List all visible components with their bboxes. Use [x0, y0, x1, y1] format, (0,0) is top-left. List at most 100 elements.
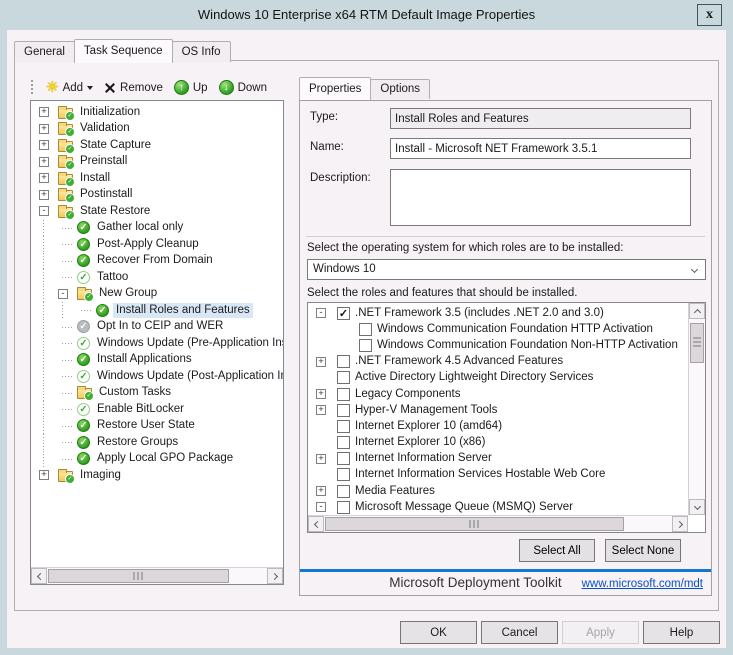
- ok-button[interactable]: OK: [400, 621, 477, 644]
- tree-item[interactable]: +Postinstall: [31, 187, 283, 204]
- role-checkbox[interactable]: [359, 323, 372, 336]
- expand-icon[interactable]: +: [316, 389, 326, 399]
- tree-item[interactable]: ✓Tattoo: [31, 269, 283, 286]
- role-item[interactable]: -Microsoft Message Queue (MSMQ) Server: [308, 499, 688, 515]
- role-checkbox[interactable]: [337, 452, 350, 465]
- tree-item[interactable]: ✓Install Roles and Features: [31, 302, 283, 319]
- expand-icon[interactable]: +: [39, 140, 49, 150]
- tree-item[interactable]: ✓Gather local only: [31, 220, 283, 237]
- tab-os-info[interactable]: OS Info: [172, 41, 231, 62]
- role-checkbox[interactable]: [337, 501, 350, 514]
- tree-item[interactable]: +Initialization: [31, 104, 283, 121]
- expand-icon[interactable]: +: [39, 173, 49, 183]
- scroll-left-button[interactable]: [31, 568, 47, 584]
- role-item[interactable]: +Hyper-V Management Tools: [308, 402, 688, 418]
- tree-item[interactable]: +Install: [31, 170, 283, 187]
- tree-hscroll-thumb[interactable]: [48, 569, 229, 583]
- help-button[interactable]: Help: [643, 621, 720, 644]
- expand-icon[interactable]: +: [39, 157, 49, 167]
- description-field[interactable]: [390, 169, 691, 226]
- roles-hscroll-thumb[interactable]: [325, 517, 624, 531]
- toolbar-grip[interactable]: [30, 80, 36, 96]
- tree-item[interactable]: ✓Post-Apply Cleanup: [31, 236, 283, 253]
- role-checkbox[interactable]: [337, 420, 350, 433]
- tree-item[interactable]: ✓Recover From Domain: [31, 253, 283, 270]
- role-item[interactable]: +Media Features: [308, 483, 688, 499]
- roles-vscroll-thumb[interactable]: [690, 323, 704, 363]
- role-item[interactable]: -✓.NET Framework 3.5 (includes .NET 2.0 …: [308, 305, 688, 321]
- collapse-icon[interactable]: -: [316, 502, 326, 512]
- expand-icon[interactable]: +: [316, 357, 326, 367]
- collapse-icon[interactable]: -: [316, 308, 326, 318]
- role-item[interactable]: +Internet Information Server: [308, 451, 688, 467]
- roles-horizontal-scrollbar[interactable]: [308, 515, 688, 532]
- tree-item[interactable]: -State Restore: [31, 203, 283, 220]
- expand-icon[interactable]: +: [39, 190, 49, 200]
- tree-item[interactable]: ✓Restore User State: [31, 418, 283, 435]
- collapse-icon[interactable]: -: [39, 206, 49, 216]
- type-field[interactable]: [390, 108, 691, 129]
- role-item[interactable]: +Legacy Components: [308, 386, 688, 402]
- subtab-properties[interactable]: Properties: [299, 77, 371, 100]
- tree-item[interactable]: ✓Windows Update (Pre-Application Install…: [31, 335, 283, 352]
- role-checkbox[interactable]: ✓: [337, 307, 350, 320]
- expand-icon[interactable]: +: [39, 124, 49, 134]
- tree-item[interactable]: ✓Enable BitLocker: [31, 401, 283, 418]
- remove-button[interactable]: Remove: [100, 80, 167, 96]
- tree-item[interactable]: ✓Opt In to CEIP and WER: [31, 319, 283, 336]
- apply-button[interactable]: Apply: [562, 621, 639, 644]
- add-button[interactable]: ✳ Add: [42, 79, 97, 97]
- expand-icon[interactable]: +: [316, 405, 326, 415]
- name-field[interactable]: [390, 138, 691, 159]
- role-checkbox[interactable]: [337, 355, 350, 368]
- role-item[interactable]: Internet Explorer 10 (x86): [308, 435, 688, 451]
- tree-item[interactable]: Custom Tasks: [31, 385, 283, 402]
- tree-item[interactable]: +Imaging: [31, 467, 283, 484]
- tree-item[interactable]: -New Group: [31, 286, 283, 303]
- tree-item[interactable]: +Validation: [31, 121, 283, 138]
- tree-item[interactable]: ✓Restore Groups: [31, 434, 283, 451]
- select-all-button[interactable]: Select All: [519, 539, 595, 562]
- scroll-left-button[interactable]: [308, 516, 324, 532]
- scroll-down-button[interactable]: [689, 499, 705, 515]
- down-button[interactable]: ↓ Down: [215, 78, 271, 97]
- expand-icon[interactable]: +: [316, 454, 326, 464]
- expand-icon[interactable]: +: [316, 486, 326, 496]
- tree-horizontal-scrollbar[interactable]: [31, 567, 283, 584]
- tree-item[interactable]: ✓Windows Update (Post-Application Instal…: [31, 368, 283, 385]
- tree-item[interactable]: ✓Apply Local GPO Package: [31, 451, 283, 468]
- scroll-right-button[interactable]: [672, 516, 688, 532]
- role-checkbox[interactable]: [337, 404, 350, 417]
- roles-list: -✓.NET Framework 3.5 (includes .NET 2.0 …: [307, 302, 706, 533]
- close-button[interactable]: x: [697, 4, 722, 26]
- role-item[interactable]: Internet Information Services Hostable W…: [308, 467, 688, 483]
- role-item[interactable]: Active Directory Lightweight Directory S…: [308, 370, 688, 386]
- tab-task-sequence[interactable]: Task Sequence: [74, 39, 173, 63]
- role-item[interactable]: Windows Communication Foundation HTTP Ac…: [308, 321, 688, 337]
- role-checkbox[interactable]: [337, 468, 350, 481]
- tree-item[interactable]: +Preinstall: [31, 154, 283, 171]
- expand-icon[interactable]: +: [39, 470, 49, 480]
- tree-item[interactable]: +State Capture: [31, 137, 283, 154]
- scroll-right-button[interactable]: [267, 568, 283, 584]
- role-checkbox[interactable]: [359, 339, 372, 352]
- expand-icon[interactable]: +: [39, 107, 49, 117]
- role-checkbox[interactable]: [337, 388, 350, 401]
- os-dropdown[interactable]: Windows 10: [307, 259, 706, 280]
- collapse-icon[interactable]: -: [58, 289, 68, 299]
- role-checkbox[interactable]: [337, 371, 350, 384]
- roles-vertical-scrollbar[interactable]: [688, 303, 705, 515]
- role-item[interactable]: +.NET Framework 4.5 Advanced Features: [308, 354, 688, 370]
- tree-item[interactable]: ✓Install Applications: [31, 352, 283, 369]
- up-button[interactable]: ↑ Up: [170, 78, 212, 97]
- subtab-options[interactable]: Options: [370, 79, 430, 99]
- cancel-button[interactable]: Cancel: [481, 621, 558, 644]
- role-checkbox[interactable]: [337, 436, 350, 449]
- tab-general[interactable]: General: [14, 41, 75, 62]
- role-item[interactable]: Windows Communication Foundation Non-HTT…: [308, 337, 688, 353]
- role-checkbox[interactable]: [337, 485, 350, 498]
- role-item[interactable]: Internet Explorer 10 (amd64): [308, 418, 688, 434]
- select-none-button[interactable]: Select None: [605, 539, 681, 562]
- scroll-up-button[interactable]: [689, 303, 705, 319]
- mdt-website-link[interactable]: www.microsoft.com/mdt: [582, 578, 703, 590]
